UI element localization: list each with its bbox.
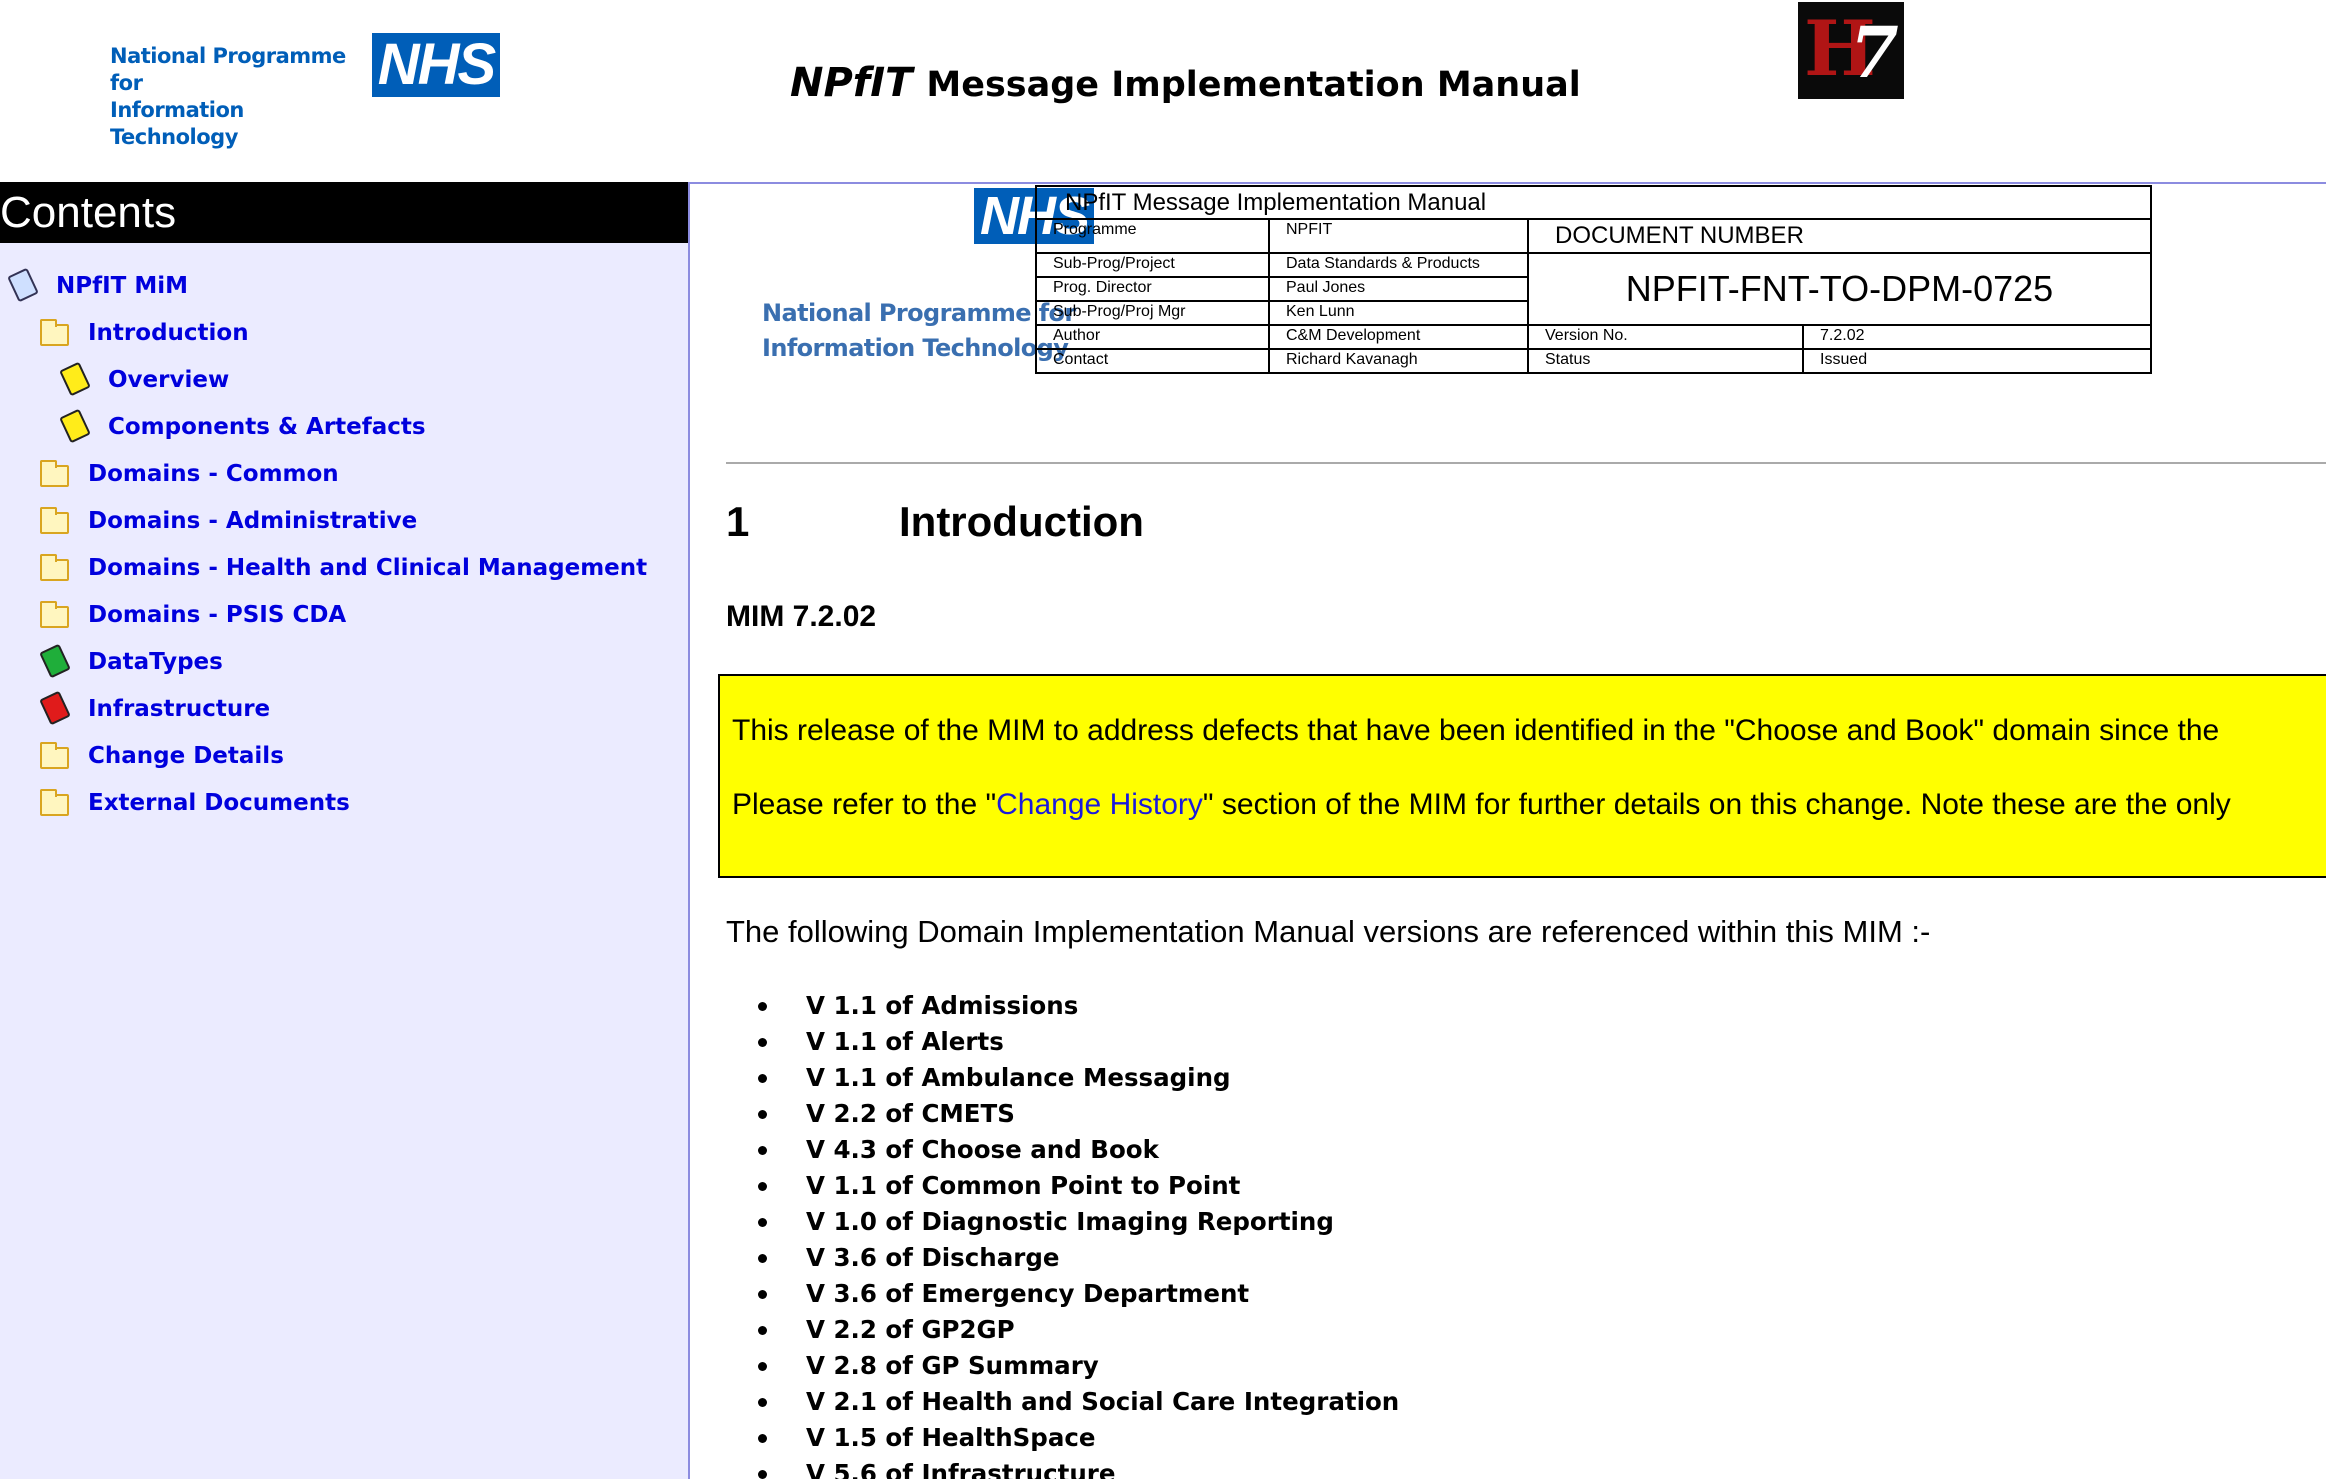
version-value: 7.2.02 — [1802, 324, 2152, 350]
author-label: Author — [1035, 324, 1270, 350]
nav-item-datatypes[interactable]: DataTypes — [38, 643, 223, 680]
programme-label: Programme — [1035, 218, 1270, 254]
nav-item-change-details[interactable]: Change Details — [38, 738, 284, 774]
bullet-icon — [758, 1002, 767, 1011]
list-item: V 5.6 of Infrastructure — [726, 1456, 1399, 1479]
bullet-icon — [758, 1074, 767, 1083]
author-value: C&M Development — [1268, 324, 1529, 350]
document-nhs-logo: NHS National Programme for Information T… — [754, 186, 1094, 366]
list-item: V 1.1 of Ambulance Messaging — [726, 1060, 1399, 1096]
nhs-programme-logo: National Programme for Information Techn… — [110, 33, 500, 149]
contact-label: Contact — [1035, 348, 1270, 374]
list-item: V 1.5 of HealthSpace — [726, 1420, 1399, 1456]
folder-icon — [38, 456, 72, 492]
status-label: Status — [1527, 348, 1804, 374]
nav-item-overview[interactable]: Overview — [58, 361, 229, 398]
document-number-label: DOCUMENT NUMBER — [1527, 218, 2152, 254]
nhs-mark: NHS — [372, 33, 500, 97]
app-title: NPfIT Message Implementation Manual — [790, 60, 1581, 106]
list-item: V 1.1 of Alerts — [726, 1024, 1399, 1060]
green-book-icon — [38, 643, 72, 680]
nav-item-components-artefacts[interactable]: Components & Artefacts — [58, 408, 426, 445]
top-divider — [690, 182, 2326, 184]
yellow-book-icon — [58, 408, 92, 445]
list-item: V 4.3 of Choose and Book — [726, 1132, 1399, 1168]
folder-icon — [38, 550, 72, 586]
contact-value: Richard Kavanagh — [1268, 348, 1529, 374]
nhs-programme-text: National Programme for Information Techn… — [110, 44, 346, 149]
app-title-text: Message Implementation Manual — [926, 65, 1581, 105]
bullet-icon — [758, 1146, 767, 1155]
contents-heading: Contents — [0, 182, 688, 243]
mim-version-heading: MIM 7.2.02 — [726, 600, 877, 633]
bullet-icon — [758, 1038, 767, 1047]
nav-item-domains-common[interactable]: Domains - Common — [38, 456, 339, 492]
notice-line-2: Please refer to the "Change History" sec… — [732, 788, 2231, 821]
section-divider — [726, 462, 2326, 464]
nav-item-external-documents[interactable]: External Documents — [38, 785, 350, 821]
notice-line-1: This release of the MIM to address defec… — [732, 714, 2220, 747]
director-label: Prog. Director — [1035, 276, 1270, 302]
contents-sidebar: Contents NPfIT MiM Introduction Overview… — [0, 182, 690, 1479]
subprog-value: Data Standards & Products — [1268, 252, 1529, 278]
nav-item-npfit-mim[interactable]: NPfIT MiM — [6, 267, 188, 304]
page-header: National Programme for Information Techn… — [0, 0, 2326, 182]
bullet-icon — [758, 1110, 767, 1119]
section-number: 1 — [726, 498, 750, 545]
nav-item-domains-administrative[interactable]: Domains - Administrative — [38, 503, 417, 539]
list-item: V 1.1 of Common Point to Point — [726, 1168, 1399, 1204]
list-item: V 2.2 of GP2GP — [726, 1312, 1399, 1348]
change-history-link[interactable]: Change History — [996, 788, 1203, 821]
document-info-table: NPfIT Message Implementation Manual Prog… — [1035, 185, 2152, 374]
bullet-icon — [758, 1182, 767, 1191]
manager-label: Sub-Prog/Proj Mgr — [1035, 300, 1270, 326]
list-item: V 2.1 of Health and Social Care Integrat… — [726, 1384, 1399, 1420]
bullet-icon — [758, 1470, 767, 1479]
folder-icon — [38, 597, 72, 633]
nav-item-infrastructure[interactable]: Infrastructure — [38, 690, 270, 727]
folder-icon — [38, 785, 72, 821]
book-open-icon — [6, 267, 40, 304]
red-book-icon — [38, 690, 72, 727]
bullet-icon — [758, 1218, 767, 1227]
list-item: V 2.2 of CMETS — [726, 1096, 1399, 1132]
folder-open-icon — [38, 315, 72, 351]
bullet-icon — [758, 1398, 767, 1407]
bullet-icon — [758, 1434, 767, 1443]
version-label: Version No. — [1527, 324, 1804, 350]
hl7-logo: H7 — [1798, 2, 1904, 99]
bullet-icon — [758, 1362, 767, 1371]
list-item: V 1.0 of Diagnostic Imaging Reporting — [726, 1204, 1399, 1240]
bullet-icon — [758, 1290, 767, 1299]
list-item: V 2.8 of GP Summary — [726, 1348, 1399, 1384]
status-value: Issued — [1802, 348, 2152, 374]
document-title-cell: NPfIT Message Implementation Manual — [1035, 185, 2152, 220]
document-number-value: NPFIT-FNT-TO-DPM-0725 — [1527, 252, 2152, 326]
list-item: V 1.1 of Admissions — [726, 988, 1399, 1024]
nav-item-domains-health-clinical[interactable]: Domains - Health and Clinical Management — [38, 550, 647, 586]
list-item: V 3.6 of Discharge — [726, 1240, 1399, 1276]
section-title: Introduction — [899, 498, 1144, 545]
folder-icon — [38, 738, 72, 774]
manager-value: Ken Lunn — [1268, 300, 1529, 326]
bullet-icon — [758, 1326, 767, 1335]
nav-item-domains-psis-cda[interactable]: Domains - PSIS CDA — [38, 597, 346, 633]
list-item: V 3.6 of Emergency Department — [726, 1276, 1399, 1312]
app-title-acronym: NPfIT — [790, 60, 913, 106]
versions-intro-text: The following Domain Implementation Manu… — [726, 914, 1931, 949]
release-notice-box: This release of the MIM to address defec… — [718, 674, 2326, 878]
programme-value: NPFIT — [1268, 218, 1529, 254]
document-content: NHS National Programme for Information T… — [690, 182, 2326, 1479]
dim-versions-list: V 1.1 of Admissions V 1.1 of Alerts V 1.… — [726, 988, 1399, 1479]
subprog-label: Sub-Prog/Project — [1035, 252, 1270, 278]
yellow-book-icon — [58, 361, 92, 398]
director-value: Paul Jones — [1268, 276, 1529, 302]
bullet-icon — [758, 1254, 767, 1263]
folder-icon — [38, 503, 72, 539]
nav-item-introduction[interactable]: Introduction — [38, 315, 249, 351]
